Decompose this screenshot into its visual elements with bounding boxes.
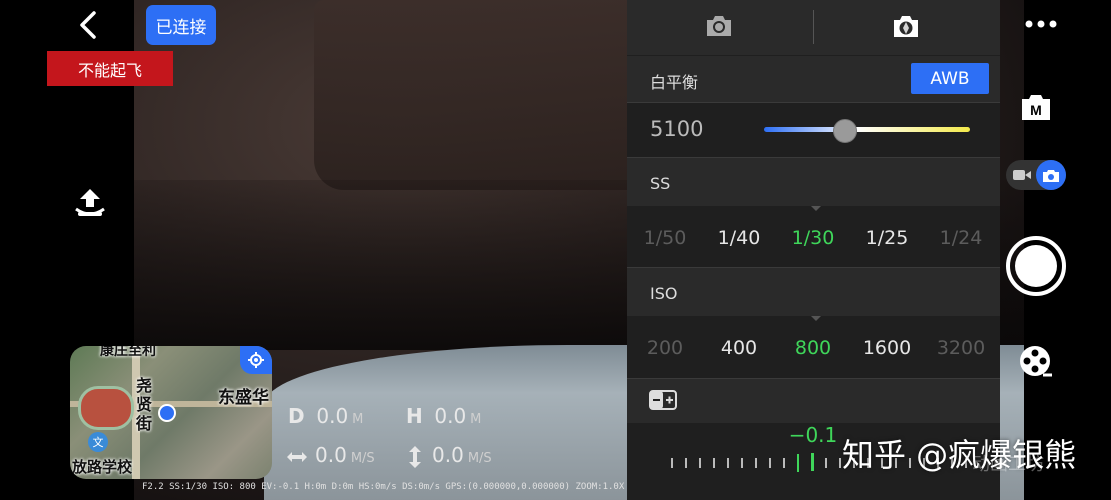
map-street-label: 尧 贤 街 — [136, 376, 153, 433]
color-temp-slider[interactable] — [764, 127, 970, 132]
height-value: 0.0 — [434, 404, 467, 428]
ev-tick — [825, 458, 827, 468]
distance-unit: M — [352, 412, 364, 427]
ev-tick — [671, 458, 673, 468]
manual-camera-icon: M — [1022, 95, 1050, 120]
height-unit: M — [470, 412, 482, 427]
iso-row — [627, 268, 1000, 316]
exposure-comp-row — [627, 379, 1000, 423]
vertical-speed-value: 0.0 — [432, 443, 464, 467]
color-temp-slider-knob[interactable] — [833, 119, 858, 143]
shutter-icon — [1006, 236, 1066, 296]
mode-toggle[interactable] — [1006, 160, 1066, 190]
ev-tick — [713, 458, 715, 468]
ev-tick-current — [811, 453, 814, 471]
manual-mode-button[interactable]: M — [1020, 92, 1052, 126]
ev-tick — [685, 458, 687, 468]
exposure-compensation-icon — [649, 390, 677, 410]
map-place-label: 东盛华 — [218, 388, 269, 408]
iso-option[interactable]: 3200 — [924, 337, 998, 359]
ss-option[interactable]: 1/25 — [850, 227, 924, 249]
iso-option[interactable]: 400 — [702, 337, 776, 359]
watermark-secondary: 动画工坊 — [972, 454, 1044, 475]
mini-map[interactable]: 康庄至利 尧 贤 街 东盛华 文 放路学校 — [70, 346, 272, 479]
playback-button[interactable] — [1019, 345, 1053, 383]
tab-separator — [813, 10, 814, 44]
distance-value: 0.0 — [316, 404, 349, 428]
aircraft-location-marker — [158, 404, 176, 422]
height-label: H — [406, 404, 423, 428]
ev-tick — [769, 458, 771, 468]
ev-tick — [839, 458, 841, 468]
telemetry-height: H 0.0 M — [406, 404, 481, 428]
divider — [627, 102, 1000, 103]
connection-status-badge[interactable]: 已连接 — [146, 5, 216, 45]
vertical-speed-icon — [409, 445, 421, 468]
camera-icon — [1043, 169, 1059, 182]
vertical-speed-unit: M/S — [467, 451, 492, 466]
telemetry-horizontal-speed: 0.0 M/S — [285, 443, 375, 467]
tab-camera-settings[interactable] — [704, 13, 734, 43]
ev-tick — [727, 458, 729, 468]
ss-option[interactable]: 1/24 — [924, 227, 998, 249]
horizontal-speed-icon — [287, 451, 307, 462]
map-road-label: 康庄至利 — [100, 346, 156, 359]
iso-label: ISO — [650, 284, 678, 303]
shutter-speed-row — [627, 158, 1000, 206]
locate-icon — [248, 352, 264, 368]
ev-tick — [755, 458, 757, 468]
iso-option-selected[interactable]: 800 — [776, 337, 850, 359]
ev-tick — [797, 454, 799, 472]
video-mode-option[interactable] — [1012, 167, 1032, 187]
photo-mode-option[interactable] — [1036, 160, 1066, 190]
video-icon — [1013, 170, 1031, 180]
ss-option-selected[interactable]: 1/30 — [776, 227, 850, 249]
more-button[interactable] — [1024, 16, 1060, 35]
ss-option[interactable]: 1/40 — [702, 227, 776, 249]
exposure-comp-value: −0.1 — [788, 423, 838, 447]
exposure-comp-label — [649, 390, 677, 414]
map-school-label: 放路学校 — [72, 458, 133, 476]
tab-exposure-settings[interactable] — [891, 12, 921, 44]
telemetry-distance: D 0.0 M — [288, 404, 363, 428]
takeoff-button[interactable] — [72, 185, 108, 221]
white-balance-label: 白平衡 — [650, 73, 699, 92]
map-school-icon: 文 — [88, 432, 108, 452]
map-locate-button[interactable] — [240, 346, 272, 374]
takeoff-icon — [75, 189, 105, 216]
horizontal-speed-unit: M/S — [350, 451, 375, 466]
flight-warning-badge: 不能起飞 — [47, 51, 173, 86]
camera-settings-panel: 白平衡 AWB 5100 SS 1/50 1/40 1/30 1/25 1/24… — [627, 0, 1000, 500]
ev-tick — [699, 458, 701, 468]
shutter-button[interactable] — [1005, 235, 1067, 301]
more-dots-icon — [1025, 20, 1057, 28]
aperture-icon — [894, 16, 918, 37]
shutter-speed-label: SS — [650, 174, 671, 193]
svg-text:M: M — [1030, 102, 1042, 118]
chevron-left-icon — [80, 11, 96, 39]
ev-tick — [741, 458, 743, 468]
shutter-speed-pointer — [811, 206, 821, 211]
ss-option[interactable]: 1/50 — [628, 227, 702, 249]
horizontal-speed-value: 0.0 — [315, 443, 347, 467]
iso-option[interactable]: 1600 — [850, 337, 924, 359]
map-sports-field — [78, 386, 134, 430]
film-reel-icon — [1020, 346, 1052, 377]
ev-tick — [783, 458, 785, 468]
color-temp-value: 5100 — [650, 117, 704, 141]
iso-option[interactable]: 200 — [628, 337, 702, 359]
distance-label: D — [288, 404, 305, 428]
iso-pointer — [811, 316, 821, 321]
telemetry-vertical-speed: 0.0 M/S — [406, 443, 492, 469]
awb-button[interactable]: AWB — [911, 63, 989, 94]
osd-status-line: F2.2 SS:1/30 ISO: 800 EV:-0.1 H:0m D:0m … — [142, 482, 625, 492]
back-button[interactable] — [76, 10, 102, 40]
camera-icon — [707, 16, 731, 36]
